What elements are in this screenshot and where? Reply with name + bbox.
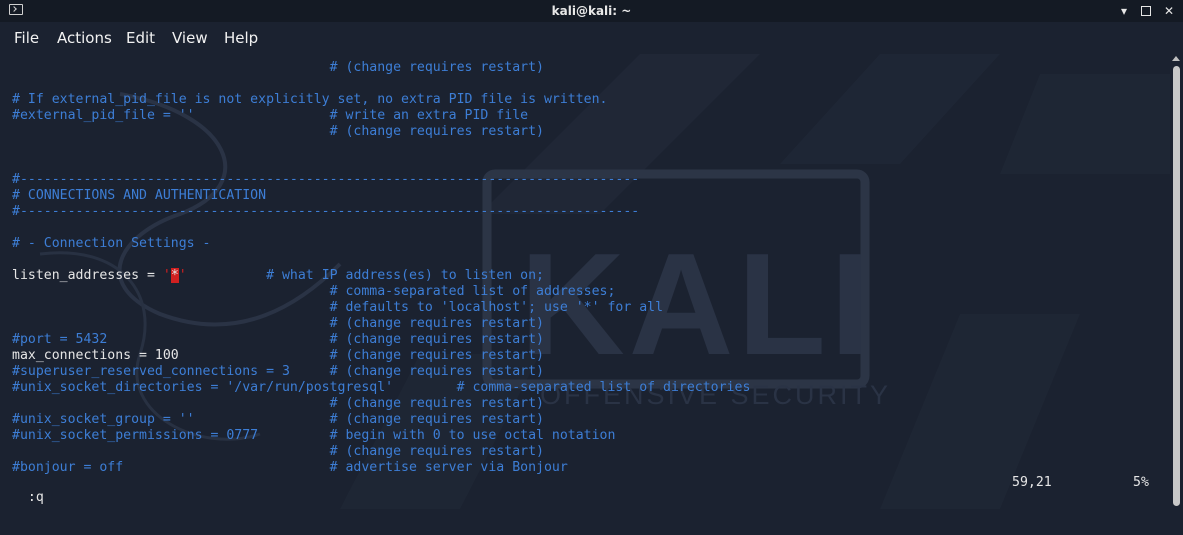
editor-text-segment: # (change requires restart): [12, 124, 544, 139]
window-title: kali@kali: ~: [551, 4, 632, 18]
vim-statusline: :q 59,21 5%: [12, 475, 1162, 505]
maximize-icon[interactable]: [1138, 3, 1154, 19]
editor-line: # comma-separated list of addresses;: [12, 284, 750, 300]
scroll-thumb[interactable]: [1173, 66, 1180, 506]
editor-text-segment: #---------------------------------------…: [12, 204, 640, 219]
editor-line: max_connections = 100 # (change requires…: [12, 348, 750, 364]
editor-text-segment: listen_addresses =: [12, 268, 163, 283]
minimize-icon[interactable]: ▾: [1116, 3, 1132, 19]
editor-text-segment: # (change requires restart): [12, 396, 544, 411]
editor-text-segment: #bonjour = off # advertise server via Bo…: [12, 460, 568, 475]
editor-line: #unix_socket_group = '' # (change requir…: [12, 412, 750, 428]
scroll-up-icon[interactable]: [1172, 56, 1180, 61]
editor-text-segment: ': [162, 268, 171, 283]
editor-text-segment: max_connections = 100: [12, 348, 179, 363]
menu-edit[interactable]: Edit: [126, 29, 155, 47]
editor-line: # If external_pid_file is not explicitly…: [12, 92, 750, 108]
editor-line: # - Connection Settings -: [12, 236, 750, 252]
editor-text-segment: # - Connection Settings -: [12, 236, 211, 251]
editor-line: # CONNECTIONS AND AUTHENTICATION: [12, 188, 750, 204]
editor-text: # (change requires restart) # If externa…: [12, 60, 750, 476]
editor-line: #bonjour = off # advertise server via Bo…: [12, 460, 750, 476]
menu-bar: File Actions Edit View Help: [0, 22, 1183, 54]
editor-text-segment: # (change requires restart): [178, 348, 544, 363]
editor-text-segment: ': [178, 268, 187, 283]
scrollbar[interactable]: [1170, 54, 1183, 509]
scroll-percent: 5%: [1133, 475, 1149, 490]
menu-file[interactable]: File: [14, 29, 39, 47]
command-line: :q: [27, 490, 44, 505]
menu-help[interactable]: Help: [224, 29, 258, 47]
editor-text-segment: # If external_pid_file is not explicitly…: [12, 92, 608, 107]
editor-line: # (change requires restart): [12, 396, 750, 412]
editor-text-segment: # comma-separated list of addresses;: [12, 284, 616, 299]
editor-text-segment: #external_pid_file = '' # write an extra…: [12, 108, 529, 123]
editor-text-segment: # (change requires restart): [12, 316, 544, 331]
editor-text-segment: #unix_socket_group = '' # (change requir…: [12, 412, 544, 427]
editor-line: #superuser_reserved_connections = 3 # (c…: [12, 364, 750, 380]
menu-view[interactable]: View: [172, 29, 208, 47]
editor-line: # (change requires restart): [12, 316, 750, 332]
editor-text-segment: #port = 5432 # (change requires restart): [12, 332, 544, 347]
editor-text-segment: #superuser_reserved_connections = 3 # (c…: [12, 364, 544, 379]
cursor-highlight: *: [170, 268, 179, 283]
cursor-position: 59,21: [1012, 475, 1052, 490]
editor-line: #external_pid_file = '' # write an extra…: [12, 108, 750, 124]
editor-line: # (change requires restart): [12, 444, 750, 460]
editor-line: #unix_socket_directories = '/var/run/pos…: [12, 380, 750, 396]
editor-text-segment: # CONNECTIONS AND AUTHENTICATION: [12, 188, 267, 203]
close-icon[interactable]: ✕: [1161, 3, 1177, 19]
terminal-area[interactable]: KALI OFFENSIVE SECURITY # (change requir…: [0, 54, 1170, 509]
editor-line: listen_addresses = '*' # what IP address…: [12, 268, 750, 284]
editor-line: #unix_socket_permissions = 0777 # begin …: [12, 428, 750, 444]
editor-line: # (change requires restart): [12, 60, 750, 76]
editor-text-segment: # (change requires restart): [12, 60, 544, 75]
editor-line: #---------------------------------------…: [12, 172, 750, 188]
editor-line: #---------------------------------------…: [12, 204, 750, 220]
editor-text-segment: #unix_socket_directories = '/var/run/pos…: [12, 380, 751, 395]
editor-text-segment: #unix_socket_permissions = 0777 # begin …: [12, 428, 616, 443]
editor-line: # defaults to 'localhost'; use '*' for a…: [12, 300, 750, 316]
editor-text-segment: # defaults to 'localhost'; use '*' for a…: [12, 300, 664, 315]
editor-text-segment: #---------------------------------------…: [12, 172, 640, 187]
editor-line: #port = 5432 # (change requires restart): [12, 332, 750, 348]
editor-text-segment: # (change requires restart): [12, 444, 544, 459]
window-titlebar: kali@kali: ~ ▾ ✕: [0, 0, 1183, 22]
editor-line: # (change requires restart): [12, 124, 750, 140]
editor-text-segment: # what IP address(es) to listen on;: [186, 268, 544, 283]
menu-actions[interactable]: Actions: [57, 29, 112, 47]
